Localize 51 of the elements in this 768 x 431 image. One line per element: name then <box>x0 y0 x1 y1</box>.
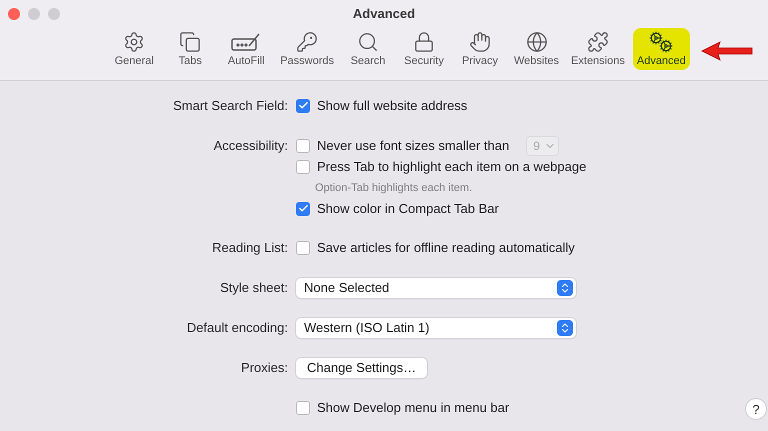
checkbox-label: Show full website address <box>317 98 468 113</box>
setting-label: Style sheet: <box>219 279 288 297</box>
toolbar-tab[interactable]: Privacy <box>454 28 506 70</box>
toolbar-tab[interactable]: Extensions <box>567 28 629 70</box>
toolbar-tab[interactable]: AutoFill <box>220 28 272 70</box>
checkbox-label: Never use font sizes smaller than <box>317 138 510 153</box>
checkbox[interactable] <box>296 98 310 112</box>
change-settings-button[interactable]: Change Settings… <box>296 358 428 378</box>
up-down-icon <box>557 280 573 296</box>
checkbox-label: Press Tab to highlight each item on a webpage <box>317 159 586 174</box>
settings-icon <box>123 31 146 53</box>
arrow-icon <box>700 40 754 62</box>
setting-label: Reading List: <box>211 239 288 257</box>
checkmark-icon <box>298 100 308 111</box>
checkbox[interactable] <box>296 202 310 216</box>
toolbar-tab[interactable]: General <box>108 28 160 70</box>
close-button[interactable] <box>8 8 20 20</box>
checkbox[interactable] <box>296 160 310 174</box>
key-icon <box>296 31 318 53</box>
gears-icon <box>648 31 674 53</box>
hint-text: Option-Tab highlights each item. <box>314 182 472 194</box>
pen-field-icon <box>230 31 262 53</box>
checkbox[interactable] <box>296 240 310 254</box>
toolbar-tab[interactable]: Search <box>342 28 394 70</box>
lock-icon <box>413 31 435 53</box>
help-button[interactable]: ? <box>746 399 766 419</box>
dropdown-select[interactable]: Western (ISO Latin 1) <box>296 318 576 338</box>
puzzle-icon <box>586 31 609 53</box>
toolbar-tab[interactable]: Advanced <box>632 28 690 70</box>
toolbar-tab[interactable]: Passwords <box>276 28 338 70</box>
globe-icon <box>526 31 548 53</box>
checkbox[interactable] <box>296 400 310 414</box>
setting-label: Default encoding: <box>186 319 288 337</box>
tabs-icon <box>179 31 202 53</box>
zoom-button[interactable] <box>48 8 60 20</box>
setting-label: Smart Search Field: <box>172 97 288 115</box>
hand-icon <box>469 31 491 53</box>
dropdown-select[interactable]: None Selected <box>296 278 576 298</box>
checkmark-icon <box>298 203 308 214</box>
search-icon <box>357 31 379 53</box>
minimize-button[interactable] <box>28 8 40 20</box>
setting-label: Accessibility: <box>212 137 288 155</box>
checkbox-label: Show color in Compact Tab Bar <box>317 201 499 216</box>
toolbar-tab[interactable]: Websites <box>510 28 564 70</box>
up-down-icon <box>557 320 573 336</box>
toolbar-tab[interactable]: Tabs <box>164 28 216 70</box>
window-title: Advanced <box>352 6 416 22</box>
checkbox-label: Save articles for offline reading automatically <box>317 240 575 255</box>
setting-label: Proxies: <box>240 359 288 377</box>
toolbar-tab[interactable]: Security <box>398 28 450 70</box>
checkbox-label: Show Develop menu in menu bar <box>317 400 510 415</box>
